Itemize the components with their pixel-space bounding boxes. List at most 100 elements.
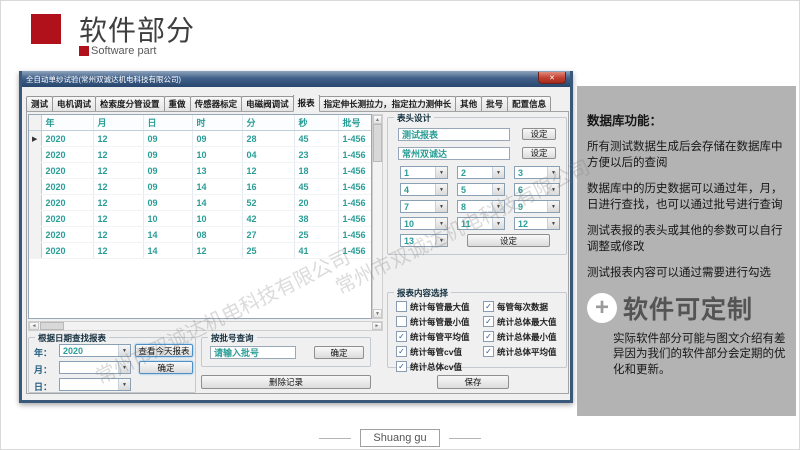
checkbox-overall-cv[interactable]: ✓统计总体cv值 bbox=[396, 359, 470, 374]
chevron-down-icon: ▼ bbox=[492, 218, 504, 229]
checkbox-icon: ✓ bbox=[396, 346, 407, 357]
plus-icon: + bbox=[587, 293, 617, 323]
field-dropdown-7[interactable]: 7▼ bbox=[400, 200, 448, 213]
field-dropdown-5[interactable]: 5▼ bbox=[457, 183, 505, 196]
field-dropdown-3[interactable]: 3▼ bbox=[514, 166, 560, 179]
table-row[interactable]: 202012091416451-456 bbox=[29, 179, 372, 195]
col-hour[interactable]: 时 bbox=[192, 115, 242, 131]
tab-tube-settings[interactable]: 检索度分管设置 bbox=[95, 96, 165, 112]
table-row[interactable]: 202012141225411-456 bbox=[29, 243, 372, 259]
scroll-up-icon[interactable]: ▲ bbox=[373, 115, 382, 124]
col-day[interactable]: 日 bbox=[143, 115, 192, 131]
accent-square-small bbox=[79, 46, 89, 56]
window-titlebar[interactable]: 全自动单纱试验(常州双诚达机电科技有限公司) bbox=[22, 71, 570, 87]
year-value: 2020 bbox=[63, 346, 83, 356]
chevron-down-icon: ▼ bbox=[492, 167, 504, 178]
chevron-down-icon: ▼ bbox=[492, 201, 504, 212]
footer-divider bbox=[449, 438, 481, 439]
field-dropdown-10[interactable]: 10▼ bbox=[400, 217, 448, 230]
checkbox-per-tube-each[interactable]: ✓每管每次数据 bbox=[483, 299, 557, 314]
header-design-group-label: 表头设计 bbox=[394, 112, 434, 124]
chevron-down-icon: ▼ bbox=[547, 167, 559, 178]
tab-motor-debug[interactable]: 电机调试 bbox=[52, 96, 96, 112]
vertical-scrollbar[interactable]: ▲ ▼ bbox=[372, 114, 383, 319]
table-row[interactable]: ▶202012090928451-456 bbox=[29, 131, 372, 147]
company-name-input[interactable] bbox=[398, 147, 510, 160]
set-title-button[interactable]: 设定 bbox=[522, 128, 556, 140]
checkbox-per-tube-cv[interactable]: ✓统计每管cv值 bbox=[396, 344, 470, 359]
tab-other[interactable]: 其他 bbox=[455, 96, 482, 112]
year-dropdown[interactable]: 2020 ▼ bbox=[59, 344, 131, 357]
field-dropdown-2[interactable]: 2▼ bbox=[457, 166, 505, 179]
footer-divider bbox=[319, 438, 351, 439]
report-title-input[interactable] bbox=[398, 128, 510, 141]
table-row[interactable]: 202012101042381-456 bbox=[29, 211, 372, 227]
scroll-left-icon[interactable]: ◄ bbox=[29, 322, 39, 330]
field-dropdown-8[interactable]: 8▼ bbox=[457, 200, 505, 213]
tab-valve-debug[interactable]: 电磁阀调试 bbox=[241, 96, 294, 112]
info-paragraph: 数据库中的历史数据可以通过年，月，日进行查找，也可以通过批号进行查询 bbox=[587, 182, 786, 213]
checkbox-per-tube-min[interactable]: ✓统计每管最小值 bbox=[396, 314, 470, 329]
close-button[interactable]: ✕ bbox=[538, 72, 566, 84]
field-dropdown-11[interactable]: 11▼ bbox=[457, 217, 505, 230]
field-dropdown-6[interactable]: 6▼ bbox=[514, 183, 560, 196]
checkbox-icon: ✓ bbox=[396, 301, 407, 312]
chevron-down-icon: ▼ bbox=[118, 362, 130, 373]
table-row[interactable]: 202012140827251-456 bbox=[29, 227, 372, 243]
month-dropdown[interactable]: ▼ bbox=[59, 361, 131, 374]
save-button[interactable]: 保存 bbox=[437, 375, 509, 389]
date-search-group: 根据日期查找报表 年： 2020 ▼ 查看今天报表 月： ▼ 确定 日： ▼ bbox=[28, 337, 196, 393]
tab-test[interactable]: 测试 bbox=[26, 96, 53, 112]
checkbox-icon: ✓ bbox=[396, 331, 407, 342]
checkbox-icon: ✓ bbox=[483, 301, 494, 312]
tab-report[interactable]: 报表 bbox=[293, 95, 320, 112]
table-row[interactable]: 202012091312181-456 bbox=[29, 163, 372, 179]
info-panel: 数据库功能： 所有测试数据生成后会存储在数据库中方便以后的查阅 数据库中的历史数… bbox=[577, 86, 796, 416]
day-dropdown[interactable]: ▼ bbox=[59, 378, 131, 391]
tab-sensor-calibration[interactable]: 传感器标定 bbox=[190, 96, 243, 112]
tab-batch[interactable]: 批号 bbox=[481, 96, 508, 112]
checkbox-overall-max[interactable]: ✓统计总体最大值 bbox=[483, 314, 557, 329]
accent-square bbox=[31, 14, 61, 44]
scrollbar-thumb[interactable] bbox=[373, 124, 382, 162]
chevron-down-icon: ▼ bbox=[435, 235, 447, 246]
delete-records-button[interactable]: 删除记录 bbox=[201, 375, 371, 389]
table-row[interactable]: 202012091452201-456 bbox=[29, 195, 372, 211]
batch-ok-button[interactable]: 确定 bbox=[314, 346, 364, 359]
checkbox-per-tube-avg[interactable]: ✓统计每管平均值 bbox=[396, 329, 470, 344]
field-dropdown-9[interactable]: 9▼ bbox=[514, 200, 560, 213]
footer: Shuang gu bbox=[1, 429, 799, 447]
view-today-report-button[interactable]: 查看今天报表 bbox=[135, 344, 193, 357]
date-ok-button[interactable]: 确定 bbox=[139, 361, 193, 374]
col-batch[interactable]: 批号 bbox=[338, 115, 372, 131]
chevron-down-icon: ▼ bbox=[435, 218, 447, 229]
horizontal-scrollbar[interactable]: ◄ ► bbox=[28, 321, 383, 331]
scroll-down-icon[interactable]: ▼ bbox=[373, 309, 382, 318]
field-dropdown-13[interactable]: 13▼ bbox=[400, 234, 448, 247]
checkbox-icon: ✓ bbox=[483, 331, 494, 342]
scrollbar-thumb[interactable] bbox=[40, 322, 64, 330]
col-year[interactable]: 年 bbox=[41, 115, 93, 131]
footer-brand: Shuang gu bbox=[360, 429, 439, 447]
table-row[interactable]: 202012091004231-456 bbox=[29, 147, 372, 163]
tab-elongation-force[interactable]: 指定伸长测拉力，指定拉力测伸长 bbox=[319, 96, 457, 112]
set-fields-button[interactable]: 设定 bbox=[467, 234, 549, 247]
tab-config-info[interactable]: 配置信息 bbox=[507, 96, 551, 112]
field-dropdown-1[interactable]: 1▼ bbox=[400, 166, 448, 179]
info-paragraph: 测试报表内容可以通过需要进行勾选 bbox=[587, 266, 786, 282]
set-company-button[interactable]: 设定 bbox=[522, 147, 556, 159]
scroll-right-icon[interactable]: ► bbox=[372, 322, 382, 330]
checkbox-overall-avg[interactable]: ✓统计总体平均值 bbox=[483, 344, 557, 359]
checkbox-overall-min[interactable]: ✓统计总体最小值 bbox=[483, 329, 557, 344]
checkbox-icon: ✓ bbox=[396, 316, 407, 327]
tab-redo[interactable]: 重做 bbox=[164, 96, 191, 112]
col-minute[interactable]: 分 bbox=[242, 115, 294, 131]
field-dropdown-12[interactable]: 12▼ bbox=[514, 217, 560, 230]
col-month[interactable]: 月 bbox=[93, 115, 143, 131]
field-dropdown-4[interactable]: 4▼ bbox=[400, 183, 448, 196]
batch-number-input[interactable] bbox=[210, 346, 296, 359]
checkbox-per-tube-max[interactable]: ✓统计每管最大值 bbox=[396, 299, 470, 314]
chevron-down-icon: ▼ bbox=[492, 184, 504, 195]
col-second[interactable]: 秒 bbox=[294, 115, 338, 131]
date-search-group-label: 根据日期查找报表 bbox=[35, 332, 109, 344]
